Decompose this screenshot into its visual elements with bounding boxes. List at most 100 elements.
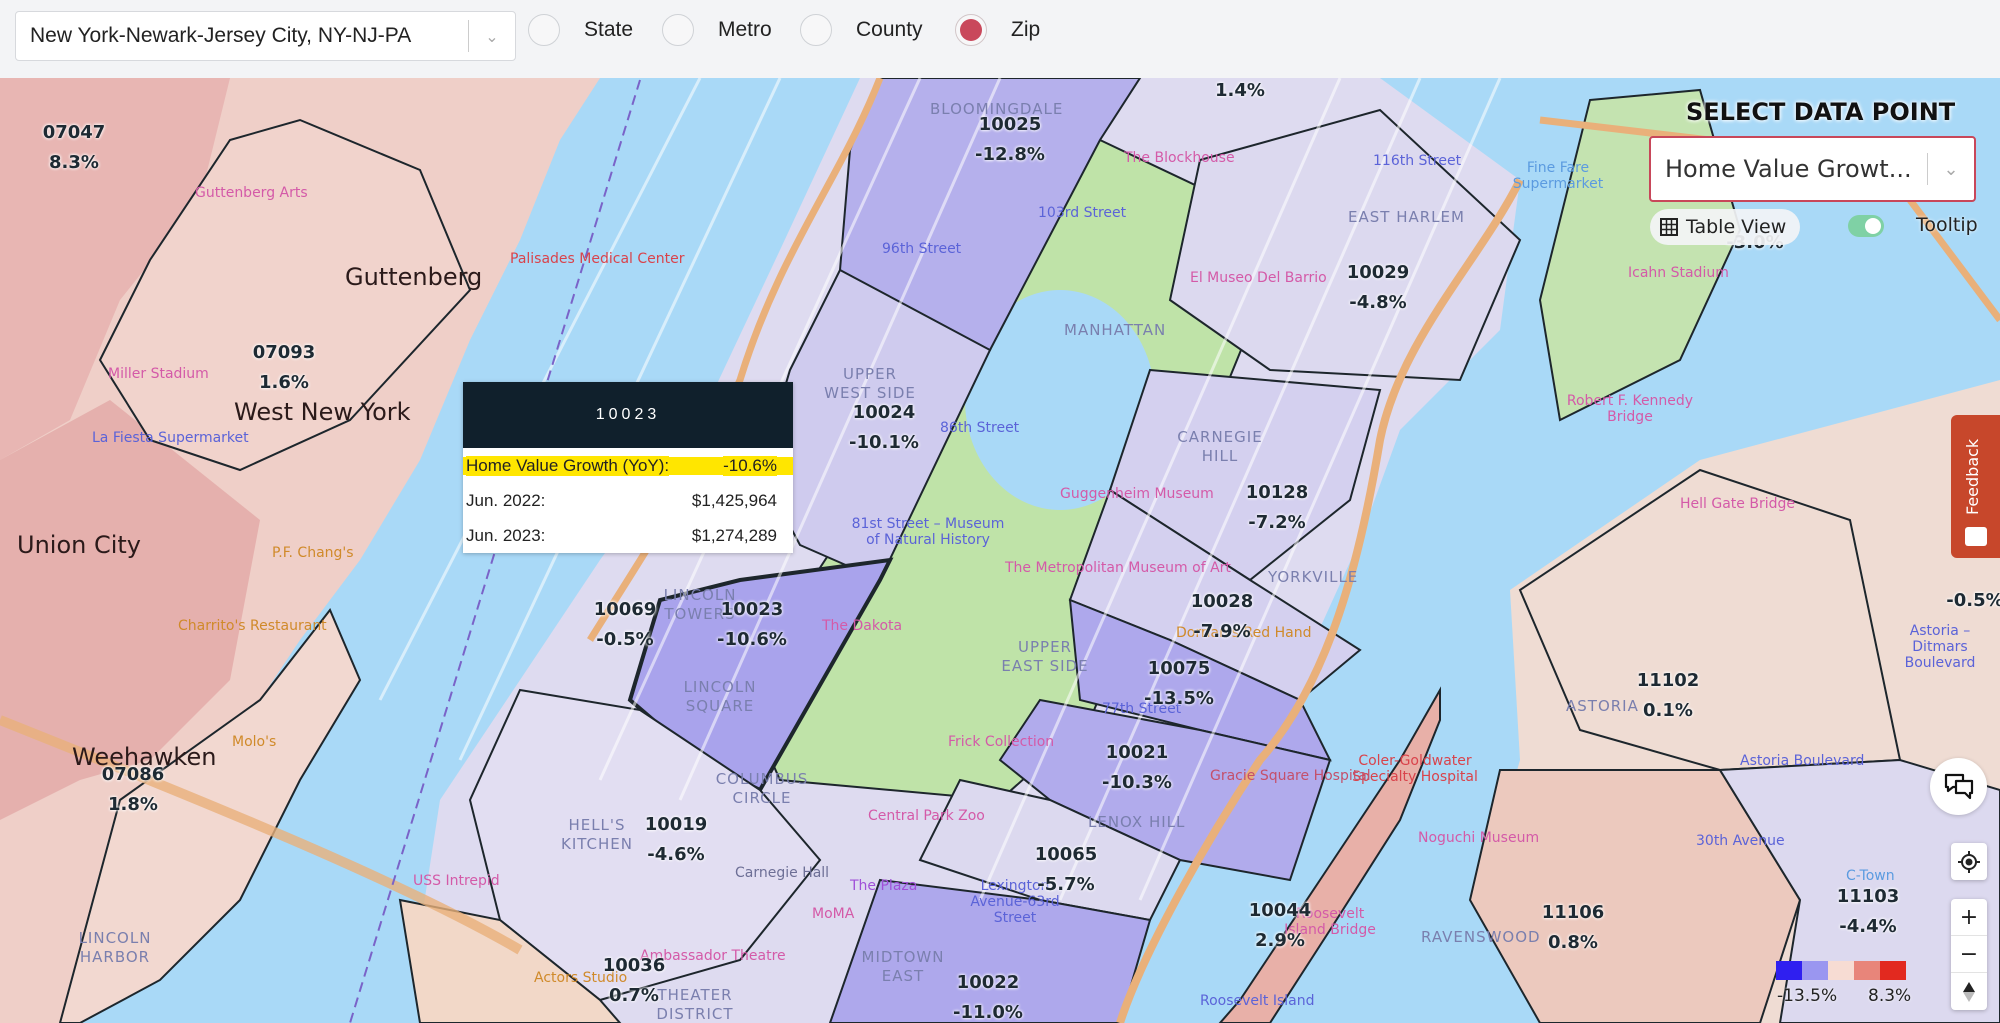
zip-label[interactable]: 11103 -4.4% [1837,882,1900,942]
zip-label[interactable]: 10075 -13.5% [1144,654,1214,714]
zip-label[interactable]: 10069 -0.5% [594,595,657,655]
zip-label[interactable]: 10019 -4.6% [645,810,708,870]
neighborhood-label: RAVENSWOOD [1421,928,1541,946]
poi-label[interactable]: The Metropolitan Museum of Art [1005,560,1231,576]
poi-label[interactable]: El Museo Del Barrio [1190,270,1327,286]
zip-label[interactable]: 11102 0.1% [1637,666,1700,726]
poi-label[interactable]: Miller Stadium [108,366,209,382]
locate-button[interactable] [1951,843,1987,880]
poi-label[interactable]: Carnegie Hall [735,865,829,881]
panel-title: SELECT DATA POINT [1686,98,1956,126]
transit-label[interactable]: Roosevelt Island [1200,993,1315,1009]
transit-label[interactable]: 96th Street [882,241,961,257]
tooltip-value: $1,425,964 [691,490,777,510]
transit-label[interactable]: 81st Street – Museum of Natural History [848,516,1008,548]
poi-label[interactable]: Guttenberg Arts [195,185,308,201]
region-select-value: New York-Newark-Jersey City, NY-NJ-PA [30,24,412,47]
neighborhood-label: HELL'S KITCHEN [561,816,633,853]
locate-control[interactable] [1951,843,1987,880]
zip-label[interactable]: 10128 -7.2% [1246,478,1309,538]
radio-button[interactable] [662,14,694,46]
zip-label[interactable]: 07086 1.8% [102,760,165,820]
poi-label[interactable]: The Blockhouse [1124,150,1235,166]
poi-label[interactable]: Astoria – Ditmars Boulevard [1880,623,2000,671]
neighborhood-label: MANHATTAN [1064,321,1167,339]
zoom-out-button[interactable]: − [1951,936,1987,973]
poi-label[interactable]: Guggenheim Museum [1060,486,1214,502]
poi-label[interactable]: Robert F. Kennedy Bridge [1565,393,1695,425]
table-view-button[interactable]: Table View [1650,209,1801,245]
poi-label[interactable]: The Plaza [850,878,917,894]
zoom-controls[interactable]: + − [1951,899,1987,1010]
radio-dot [960,19,982,41]
zip-label[interactable]: 10023 -10.6% [717,595,787,655]
food-label[interactable]: P.F. Chang's [272,545,354,561]
poi-label[interactable]: Icahn Stadium [1628,265,1729,281]
zip-label[interactable]: 11106 0.8% [1542,898,1605,958]
locate-icon [1958,850,1980,873]
zip-label[interactable]: 10024 -10.1% [849,398,919,458]
radio-state[interactable]: State [528,14,633,46]
chevron-down-icon[interactable]: ⌄ [1928,159,1974,180]
zip-label[interactable]: 07047 8.3% [43,118,106,178]
zip-label[interactable]: 10036 0.7% [603,951,666,1011]
radio-label: State [584,18,634,41]
chat-button[interactable] [1930,758,1987,815]
transit-label[interactable]: 103rd Street [1038,205,1126,221]
legend-min-label: -13.5% [1777,986,1838,1006]
zip-label[interactable]: 10028 -7.9% [1191,587,1254,647]
legend-swatch [1802,961,1828,980]
poi-label[interactable]: MoMA [812,906,854,922]
food-label[interactable]: Molo's [232,734,276,750]
zip-label[interactable]: 10065 -5.7% [1035,840,1098,900]
radio-zip[interactable]: Zip [955,14,1040,46]
tooltip-toggle[interactable] [1848,215,1884,237]
zip-label[interactable]: 100261.4% [1209,78,1272,106]
region-select[interactable]: New York-Newark-Jersey City, NY-NJ-PA ⌄ [15,11,516,61]
neighborhood-label: COLUMBUS CIRCLE [715,770,809,807]
poi-label[interactable]: La Fiesta Supermarket [92,430,249,446]
transit-label[interactable]: 30th Avenue [1696,833,1785,849]
legend-max-label: 8.3% [1868,986,1912,1006]
transit-label[interactable]: 86th Street [940,420,1019,436]
tooltip-value: $1,274,289 [691,525,777,545]
food-label[interactable]: Charrito's Restaurant [178,618,327,634]
radio-button[interactable] [528,14,560,46]
compass-button[interactable] [1951,973,1987,1010]
zip-label[interactable]: 10029 -4.8% [1347,258,1410,318]
radio-button[interactable] [800,14,832,46]
tooltip-label: Jun. 2022: [466,490,546,510]
transit-label[interactable]: 116th Street [1373,153,1461,169]
poi-label[interactable]: Central Park Zoo [868,808,985,824]
zip-label[interactable]: 10044 2.9% [1249,896,1312,956]
chevron-down-icon[interactable]: ⌄ [469,27,515,46]
zip-label[interactable]: 10025 -12.8% [975,110,1045,170]
radio-metro[interactable]: Metro [662,14,772,46]
poi-label[interactable]: USS Intrepid [413,873,500,889]
poi-label[interactable]: The Dakota [822,618,902,634]
poi-label[interactable]: Gracie Square Hospital [1210,768,1371,784]
tooltip-label: Jun. 2023: [466,525,546,545]
zip-label[interactable]: 10022 -11.0% [953,968,1023,1023]
poi-label[interactable]: Fine Fare Supermarket [1503,160,1613,192]
zip-label[interactable]: 10021 -10.3% [1102,738,1172,798]
feedback-tab[interactable]: Feedback [1951,415,2000,558]
radio-label: Metro [718,18,772,41]
legend-swatch [1828,961,1854,980]
neighborhood-label: EAST HARLEM [1348,208,1465,226]
zip-label[interactable]: 07093 1.6% [253,338,316,398]
zoom-in-button[interactable]: + [1951,899,1987,936]
table-view-label: Table View [1686,216,1787,238]
zip-label[interactable]: 11105-0.5% [1944,556,2000,616]
poi-label[interactable]: Frick Collection [948,734,1054,750]
poi-label[interactable]: Palisades Medical Center [510,251,685,267]
legend-labels: -13.5% 8.3% [1776,986,1936,1010]
poi-label[interactable]: Hell Gate Bridge [1680,496,1795,512]
tooltip-label: Home Value Growth (YoY): [466,455,670,476]
poi-label[interactable]: Noguchi Museum [1418,830,1539,846]
radio-button-selected[interactable] [955,14,987,46]
radio-county[interactable]: County [800,14,923,46]
transit-label[interactable]: Astoria Boulevard [1740,753,1864,769]
metric-select[interactable]: Home Value Growt... ⌄ [1649,136,1976,202]
neighborhood-label: LENOX HILL [1088,813,1186,831]
